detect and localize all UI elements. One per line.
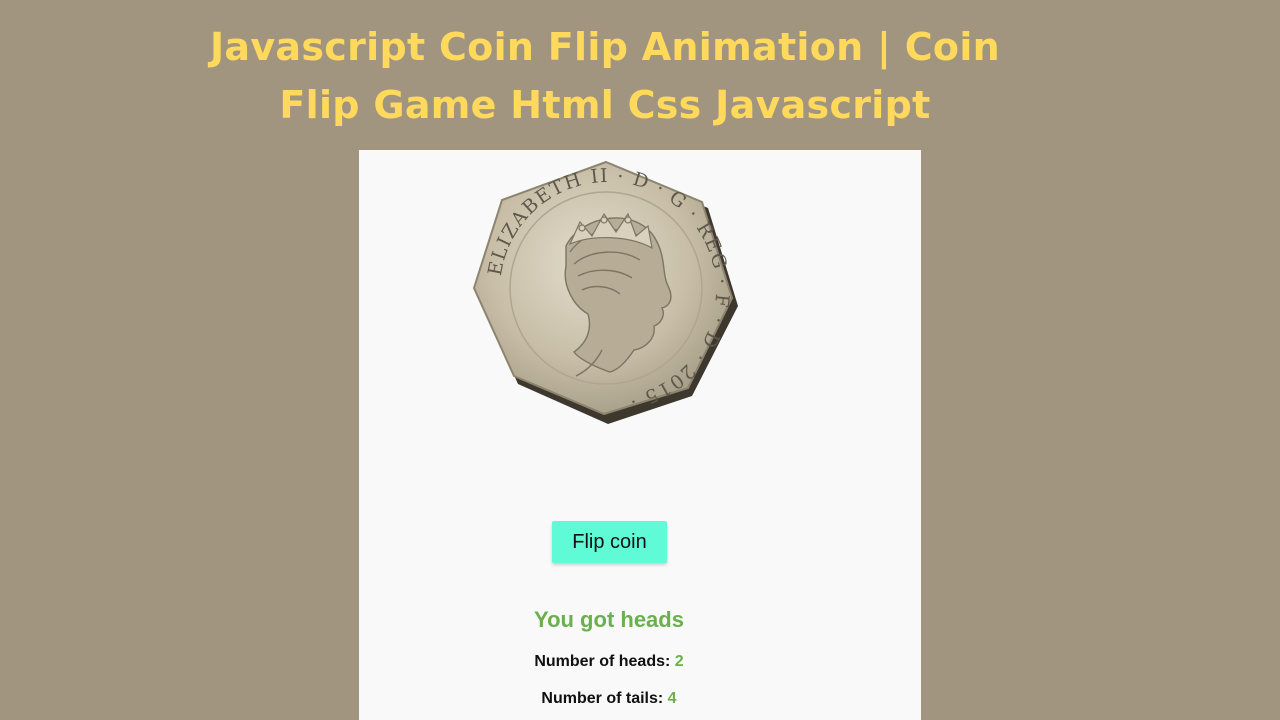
result-message: You got heads (534, 607, 684, 632)
tails-count-value: 4 (667, 690, 677, 707)
coin[interactable]: ELIZABETH II · D · G · REG · F · D · 201… (470, 156, 746, 424)
heads-count-label: Number of heads: (534, 653, 671, 670)
coin-flip-panel: ELIZABETH II · D · G · REG · F · D · 201… (359, 150, 921, 720)
coin-heads-image: ELIZABETH II · D · G · REG · F · D · 201… (472, 160, 738, 424)
tails-count-label: Number of tails: (541, 690, 664, 707)
heads-count-value: 2 (674, 653, 684, 670)
banner-title-line-1: Javascript Coin Flip Animation | Coin (209, 25, 1001, 69)
heads-count: Number of heads: 2 (359, 653, 859, 671)
banner-title: Javascript Coin Flip Animation | Coin Fl… (180, 18, 1030, 134)
banner-title-line-2: Flip Game Html Css Javascript (279, 83, 931, 127)
flip-coin-button[interactable]: Flip coin (552, 521, 667, 563)
tails-count: Number of tails: 4 (359, 690, 859, 708)
